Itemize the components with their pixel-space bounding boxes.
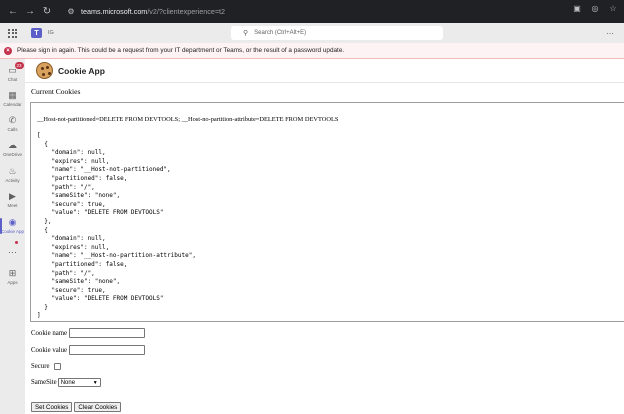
rail-item-cookie-app[interactable]: ◉ Cookie App — [0, 217, 25, 234]
cookie-name-row: Cookie name — [31, 328, 146, 338]
rail-item-label: Calls — [7, 127, 18, 132]
app-header: Cookie App — [25, 59, 624, 83]
rail-item-label: Activity — [5, 178, 20, 183]
rail-item-onedrive[interactable]: ☁ OneDrive — [0, 140, 25, 157]
chevron-down-icon: ▼ — [92, 379, 98, 386]
samesite-label: SameSite — [31, 379, 57, 386]
rail-item-activity[interactable]: ♨ Activity — [0, 166, 25, 183]
secure-checkbox[interactable] — [53, 363, 61, 370]
back-icon[interactable]: ← — [6, 5, 20, 19]
cookie-value-label: Cookie value — [31, 346, 68, 354]
more-icon: ⋯ — [8, 247, 17, 257]
rail-item-label: Apps — [7, 280, 18, 285]
chat-icon: ▭ 23 — [8, 62, 24, 75]
cookie-string: __Host-not-partitioned=DELETE FROM DEVTO… — [37, 116, 339, 123]
rail-item-meet[interactable]: ▶ Meet — [0, 191, 25, 208]
rail-item-more[interactable]: ⋯ — [0, 247, 25, 257]
sign-in-error-banner: × Please sign in again. This could be a … — [0, 43, 624, 59]
cookie-value-input[interactable] — [69, 345, 146, 355]
url-path: /v2/?clientexperience=t2 — [147, 7, 226, 16]
search-input[interactable]: ⚲ Search (Ctrl+Alt+E) — [231, 26, 443, 40]
notification-dot — [15, 241, 18, 244]
clear-cookies-button[interactable]: Clear Cookies — [74, 402, 122, 412]
samesite-selected: None — [60, 379, 76, 386]
site-info-icon[interactable]: ⚙ — [66, 7, 76, 17]
rail-item-chat[interactable]: ▭ 23 Chat — [0, 62, 25, 82]
apps-icon: ⊞ — [8, 268, 17, 278]
rail-item-label: Cookie App — [0, 229, 25, 234]
address-bar[interactable]: ⚙ teams.microsoft.com/v2/?clientexperien… — [62, 3, 602, 20]
browser-toolbar: ← → ↻ ⚙ teams.microsoft.com/v2/?clientex… — [0, 0, 624, 23]
rail-item-label: OneDrive — [2, 152, 22, 157]
error-icon: × — [4, 46, 12, 55]
teams-header: T IG ⚲ Search (Ctrl+Alt+E) ⋯ — [0, 23, 624, 43]
action-buttons: Set Cookies Clear Cookies — [31, 402, 123, 412]
search-placeholder: Search (Ctrl+Alt+E) — [254, 30, 307, 36]
cookies-json: [ { "domain": null, "expires": null, "na… — [37, 132, 196, 320]
rail-item-apps[interactable]: ⊞ Apps — [0, 268, 25, 285]
rail-item-calls[interactable]: ✆ Calls — [0, 115, 25, 132]
cookie-name-input[interactable] — [69, 328, 146, 338]
rail-item-label: Meet — [7, 203, 18, 208]
samesite-row: SameSite None ▼ — [31, 378, 101, 387]
url-host: teams.microsoft.com — [81, 7, 148, 16]
app-title: Cookie App — [58, 65, 105, 76]
section-title: Current Cookies — [31, 87, 81, 96]
teams-logo-icon: T — [31, 28, 42, 38]
meet-icon: ▶ — [9, 191, 16, 201]
rail-item-calendar[interactable]: ▦ Calendar — [0, 90, 25, 107]
forward-icon[interactable]: → — [23, 5, 37, 19]
calendar-icon: ▦ — [8, 90, 17, 100]
app-launcher-icon[interactable] — [8, 28, 17, 38]
rail-item-label: Calendar — [3, 102, 22, 107]
bookmark-star-icon[interactable]: ☆ — [608, 4, 618, 13]
url-text[interactable]: teams.microsoft.com/v2/?clientexperience… — [81, 7, 225, 16]
activity-icon: ♨ — [8, 166, 17, 176]
rail-item-label: Chat — [7, 77, 18, 82]
cookie-value-row: Cookie value — [31, 345, 146, 355]
secure-label: Secure — [31, 363, 50, 370]
org-label: IG — [48, 30, 54, 36]
set-cookies-button[interactable]: Set Cookies — [31, 402, 73, 412]
cookie-app-icon: ◉ — [8, 217, 17, 227]
samesite-select[interactable]: None ▼ — [57, 378, 101, 387]
tracking-protection-icon[interactable]: ◎ — [590, 4, 600, 13]
banner-message: Please sign in again. This could be a re… — [17, 47, 345, 54]
unread-badge: 23 — [14, 62, 24, 69]
cookies-panel: __Host-not-partitioned=DELETE FROM DEVTO… — [30, 102, 624, 322]
onedrive-icon: ☁ — [8, 140, 17, 150]
cookie-logo-icon — [36, 62, 53, 79]
more-options-icon[interactable]: ⋯ — [606, 29, 614, 38]
calls-icon: ✆ — [8, 115, 17, 125]
secure-row: Secure — [31, 363, 61, 370]
main-content: Cookie App Current Cookies __Host-not-pa… — [25, 59, 624, 414]
cookie-name-label: Cookie name — [31, 329, 68, 337]
app-rail: ▭ 23 Chat ▦ Calendar ✆ Calls ☁ OneDrive ♨… — [0, 59, 25, 414]
reload-icon[interactable]: ↻ — [40, 5, 54, 19]
search-icon: ⚲ — [243, 30, 249, 37]
cookie-app-frame: Current Cookies __Host-not-partitioned=D… — [25, 83, 624, 414]
screen-cast-icon[interactable]: ▣ — [572, 4, 582, 13]
